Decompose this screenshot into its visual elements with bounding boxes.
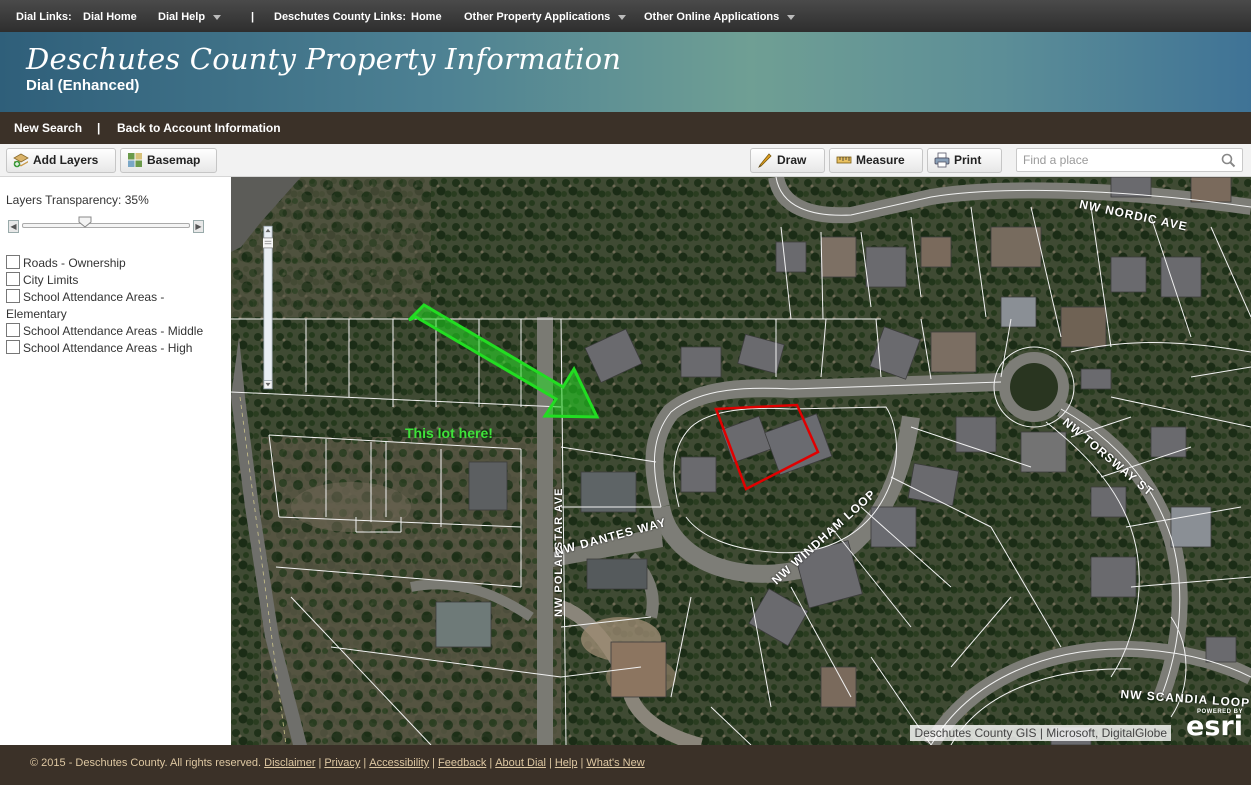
chevron-down-icon — [213, 14, 222, 20]
map-view[interactable]: NW NORDIC AVE NW TORSWAY ST NW POLARSTAR… — [231, 177, 1251, 745]
layer-checkbox[interactable] — [6, 340, 20, 354]
footer-separator: | — [318, 757, 322, 769]
layer-label: Roads - Ownership — [23, 256, 126, 270]
layer-school-elementary[interactable]: School Attendance Areas - Elementary — [6, 289, 226, 323]
new-search-link[interactable]: New Search — [14, 121, 82, 135]
layer-checkbox[interactable] — [6, 272, 20, 286]
top-navigation-bar: Dial Links: Dial Home Dial Help | Deschu… — [0, 0, 1251, 32]
footer-link-about-dial[interactable]: About Dial — [495, 757, 546, 769]
find-place-search — [1016, 148, 1243, 172]
chevron-down-icon — [787, 14, 796, 20]
basemap-button[interactable]: Basemap — [120, 148, 217, 173]
add-layers-icon — [13, 153, 29, 168]
layer-label: School Attendance Areas - Middle — [23, 324, 204, 338]
slider-track[interactable] — [22, 223, 190, 228]
page-subtitle: Dial (Enhanced) — [26, 77, 140, 94]
esri-logo[interactable]: POWERED BY esri — [1186, 709, 1243, 742]
pencil-icon — [758, 153, 772, 168]
add-layers-label: Add Layers — [33, 153, 99, 167]
layer-city-limits[interactable]: City Limits — [6, 272, 226, 289]
county-links-label: Deschutes County Links: — [274, 11, 407, 23]
footer-link-help[interactable]: Help — [555, 757, 578, 769]
footer-separator: | — [548, 757, 552, 769]
aerial-imagery — [231, 177, 1251, 745]
ruler-icon — [836, 156, 852, 164]
header-banner: Deschutes County Property Information Di… — [0, 32, 1251, 112]
print-label: Print — [954, 153, 982, 167]
transparency-slider[interactable]: ◀ ▶ — [8, 216, 204, 234]
home-link[interactable]: Home — [411, 11, 442, 23]
find-place-input[interactable] — [1017, 149, 1207, 171]
dial-help-label: Dial Help — [158, 11, 206, 23]
draw-button[interactable]: Draw — [750, 148, 825, 173]
print-button[interactable]: Print — [927, 148, 1002, 173]
footer-link-accessibility[interactable]: Accessibility — [369, 757, 429, 769]
layer-checkbox[interactable] — [6, 323, 20, 337]
layer-roads-ownership[interactable]: Roads - Ownership — [6, 255, 226, 272]
basemap-label: Basemap — [147, 153, 201, 167]
nav-separator: | — [251, 11, 255, 23]
footer-separator: | — [580, 757, 584, 769]
footer-row: © 2015 - Deschutes County. All rights re… — [30, 757, 645, 769]
other-property-applications-menu[interactable]: Other Property Applications — [464, 11, 627, 23]
footer-separator: | — [432, 757, 436, 769]
footer-separator: | — [363, 757, 367, 769]
chevron-down-icon — [618, 14, 627, 20]
dial-help-menu[interactable]: Dial Help — [158, 11, 222, 23]
footer-link-feedback[interactable]: Feedback — [438, 757, 486, 769]
other-online-applications-menu[interactable]: Other Online Applications — [644, 11, 796, 23]
layer-label: School Attendance Areas - Elementary — [6, 290, 165, 321]
footer-link-disclaimer[interactable]: Disclaimer — [264, 757, 315, 769]
search-icon[interactable] — [1221, 153, 1236, 168]
layer-school-middle[interactable]: School Attendance Areas - Middle — [6, 323, 226, 340]
layers-panel: Layers Transparency: 35% ◀ ▶ Roads - Own… — [0, 177, 231, 745]
layer-checkbox[interactable] — [6, 289, 20, 303]
footer: © 2015 - Deschutes County. All rights re… — [0, 745, 1251, 785]
draw-label: Draw — [777, 153, 807, 167]
map-attribution: Deschutes County GIS | Microsoft, Digita… — [910, 725, 1171, 741]
account-bar: New Search | Back to Account Information — [0, 112, 1251, 144]
footer-link-whats-new[interactable]: What's New — [586, 757, 644, 769]
esri-wordmark: esri — [1186, 711, 1243, 742]
page-title: Deschutes County Property Information — [26, 42, 622, 76]
account-bar-separator: | — [97, 121, 101, 135]
other-online-applications-label: Other Online Applications — [644, 11, 780, 23]
add-layers-button[interactable]: Add Layers — [6, 148, 116, 173]
other-property-applications-label: Other Property Applications — [464, 11, 611, 23]
map-toolbar: Add Layers Basemap Draw Measure Print — [0, 144, 1251, 177]
printer-icon — [934, 152, 950, 168]
copyright-text: © 2015 - Deschutes County. All rights re… — [30, 757, 262, 769]
back-to-account-link[interactable]: Back to Account Information — [117, 121, 281, 135]
zoom-slider[interactable] — [263, 210, 273, 405]
measure-label: Measure — [856, 153, 905, 167]
dial-links-label: Dial Links: — [16, 11, 72, 23]
layer-label: City Limits — [23, 273, 79, 287]
layer-checkbox[interactable] — [6, 255, 20, 269]
layer-school-high[interactable]: School Attendance Areas - High — [6, 340, 226, 357]
basemap-grid-icon — [128, 152, 142, 167]
slider-decrease-arrow[interactable]: ◀ — [8, 220, 19, 233]
footer-link-privacy[interactable]: Privacy — [324, 757, 360, 769]
slider-thumb[interactable] — [78, 216, 92, 228]
layer-label: School Attendance Areas - High — [23, 341, 193, 355]
annotation-text: This lot here! — [405, 425, 493, 441]
dial-home-link[interactable]: Dial Home — [83, 11, 137, 23]
zoom-thumb — [263, 237, 273, 249]
transparency-label: Layers Transparency: 35% — [6, 193, 149, 207]
footer-separator: | — [489, 757, 493, 769]
slider-increase-arrow[interactable]: ▶ — [193, 220, 204, 233]
measure-button[interactable]: Measure — [829, 148, 923, 173]
